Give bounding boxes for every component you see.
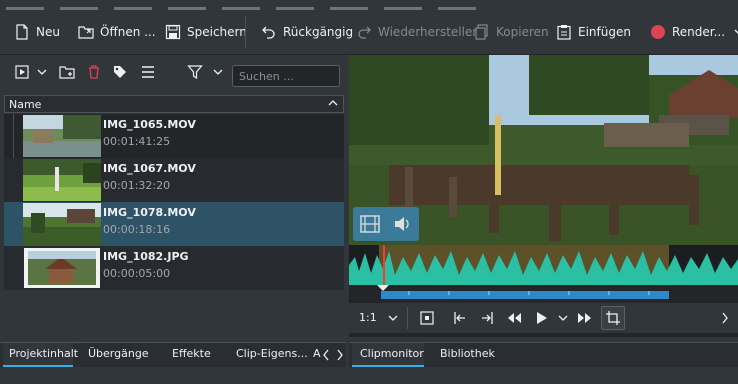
undo-label: Rückgängig (283, 25, 354, 39)
video-track-icon[interactable] (360, 215, 380, 233)
redo-button[interactable]: Wiederherstellen (356, 19, 480, 45)
audio-video-overlay[interactable] (353, 207, 419, 241)
add-clip-icon[interactable] (14, 64, 30, 80)
monitor-ruler[interactable] (349, 285, 738, 299)
left-dock-tabs: Projektinhalt Übergänge Effekte Clip-Eig… (0, 342, 346, 367)
tab-library[interactable]: Bibliothek (440, 343, 495, 367)
render-record-icon (651, 25, 665, 39)
play-icon[interactable] (533, 310, 549, 326)
redo-icon (358, 26, 371, 39)
open-label: Öffnen ... (100, 25, 156, 39)
paste-label: Einfügen (578, 25, 631, 39)
clip-duration: 00:01:32:20 (103, 179, 171, 192)
set-in-point-icon[interactable] (452, 310, 468, 326)
open-button[interactable]: Öffnen ... (78, 19, 156, 45)
clip-name: IMG_1065.MOV (103, 118, 196, 131)
chevron-down-icon[interactable] (557, 314, 569, 324)
project-bin-panel: Suchen ... Name IMG_1065.MOV 00:01:41:25… (0, 55, 346, 337)
audio-waveform[interactable] (349, 245, 738, 285)
tag-icon[interactable] (112, 64, 128, 80)
save-icon (165, 24, 181, 40)
clip-thumbnail (24, 248, 100, 288)
tab-clip-properties[interactable]: Clip-Eigens... (236, 343, 308, 367)
list-item[interactable]: IMG_1078.MOV 00:00:18:16 (4, 202, 344, 246)
new-document-icon (16, 24, 28, 40)
copy-icon (475, 24, 488, 40)
copy-label: Kopieren (496, 25, 549, 39)
set-out-point-icon[interactable] (479, 310, 495, 326)
open-folder-icon (78, 26, 94, 39)
clip-duration: 00:01:41:25 (103, 135, 171, 148)
search-input[interactable]: Suchen ... (232, 65, 340, 87)
clip-name: IMG_1078.MOV (103, 206, 196, 219)
column-header-label: Name (9, 98, 42, 111)
monitor-toggle-icon[interactable] (419, 310, 435, 326)
right-dock-tabs: Clipmonitor Bibliothek (349, 342, 738, 367)
chevron-left-icon[interactable] (322, 349, 330, 361)
chevron-down-icon[interactable] (36, 68, 48, 78)
chevron-down-icon[interactable] (212, 68, 224, 78)
menubar (0, 0, 738, 10)
paste-icon (557, 25, 571, 40)
clip-thumbnail (23, 115, 101, 157)
paste-button[interactable]: Einfügen (556, 19, 631, 45)
tab-clip-monitor[interactable]: Clipmonitor (352, 343, 424, 367)
add-folder-icon[interactable] (59, 64, 75, 80)
sort-ascending-icon (328, 100, 338, 106)
crop-icon (606, 311, 620, 325)
redo-label: Wiederherstellen (378, 25, 480, 39)
toolbar-separator (245, 16, 246, 48)
tab-project-bin[interactable]: Projektinhalt (3, 343, 78, 367)
audio-track-icon[interactable] (393, 215, 411, 233)
clip-thumbnail (23, 159, 101, 201)
undo-icon (262, 26, 275, 39)
status-bar (0, 367, 738, 384)
crop-button[interactable] (601, 306, 625, 330)
tab-more[interactable]: A (313, 343, 321, 367)
render-label: Render... (672, 25, 726, 39)
list-item[interactable]: IMG_1067.MOV 00:01:32:20 (4, 158, 344, 202)
tab-transitions[interactable]: Übergänge (88, 343, 149, 367)
clip-thumbnail (23, 203, 101, 245)
rewind-icon[interactable] (506, 310, 522, 326)
filter-icon[interactable] (187, 64, 203, 80)
copy-button[interactable]: Kopieren (474, 19, 549, 45)
zoom-select[interactable]: 1:1 (359, 311, 377, 324)
clip-monitor-panel: 1:1 (349, 55, 738, 337)
chevron-right-icon[interactable] (721, 312, 729, 324)
tab-effects[interactable]: Effekte (172, 343, 211, 367)
new-button[interactable]: Neu (14, 19, 60, 45)
controls-separator (407, 307, 408, 329)
bin-toolbar: Suchen ... (4, 59, 344, 89)
save-label: Speichern (187, 25, 247, 39)
clip-name: IMG_1082.JPG (103, 250, 189, 263)
ruler-graph (377, 285, 669, 299)
save-button[interactable]: Speichern (165, 19, 247, 45)
chevron-down-icon[interactable] (733, 27, 738, 37)
forward-icon[interactable] (577, 310, 593, 326)
video-preview[interactable] (349, 55, 738, 245)
delete-icon[interactable] (86, 64, 102, 80)
main-toolbar: Neu Öffnen ... Speichern Rückgängig Wied… (0, 10, 738, 55)
clip-duration: 00:00:05:00 (103, 267, 171, 280)
chevron-right-icon[interactable] (336, 349, 344, 361)
column-header-name[interactable]: Name (4, 95, 344, 113)
new-label: Neu (36, 25, 60, 39)
clip-duration: 00:00:18:16 (103, 223, 171, 236)
monitor-controls: 1:1 (349, 303, 738, 333)
undo-button[interactable]: Rückgängig (261, 19, 353, 45)
list-item[interactable]: IMG_1065.MOV 00:01:41:25 (4, 114, 344, 158)
waveform-graph (349, 245, 738, 285)
render-button[interactable]: Render... (651, 19, 738, 45)
menu-icon[interactable] (140, 64, 156, 80)
list-item[interactable]: IMG_1082.JPG 00:00:05:00 (4, 246, 344, 290)
clip-name: IMG_1067.MOV (103, 162, 196, 175)
chevron-down-icon[interactable] (387, 314, 399, 324)
clip-list: IMG_1065.MOV 00:01:41:25 IMG_1067.MOV 00… (4, 114, 344, 290)
